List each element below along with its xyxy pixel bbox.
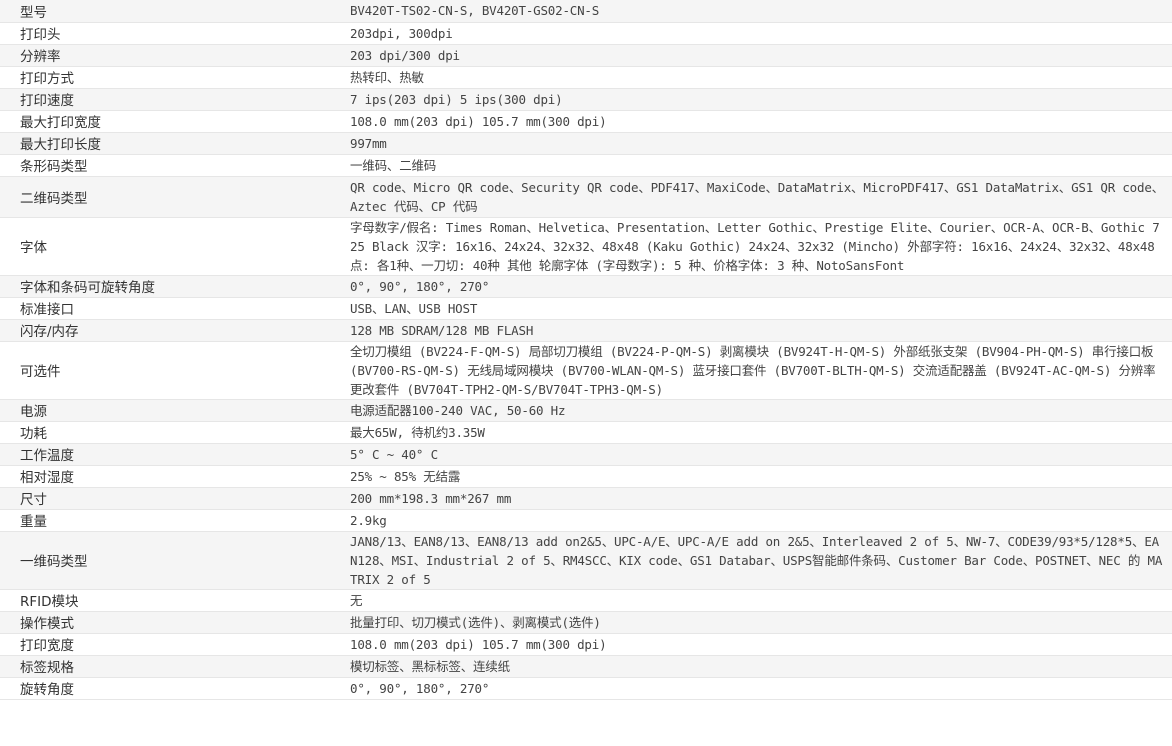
spec-row: 打印速度 7 ips(203 dpi) 5 ips(300 dpi) <box>0 88 1172 110</box>
spec-label: 最大打印长度 <box>20 137 101 153</box>
spec-row: 旋转角度 0°, 90°, 180°, 270° <box>0 677 1172 699</box>
spec-row: 最大打印宽度 108.0 mm(203 dpi) 105.7 mm(300 dpi… <box>0 110 1172 132</box>
spec-row: 字体 字母数字/假名: Times Roman、Helvetica、Present… <box>0 217 1172 275</box>
spec-row: 重量 2.9kg <box>0 509 1172 531</box>
spec-row: 打印宽度 108.0 mm(203 dpi) 105.7 mm(300 dpi) <box>0 633 1172 655</box>
spec-table-body: 型号 BV420T-TS02-CN-S, BV420T-GS02-CN-S 打印头 2… <box>0 0 1172 699</box>
spec-row: 功耗 最大65W, 待机约3.35W <box>0 421 1172 443</box>
spec-label: 条形码类型 <box>20 159 88 175</box>
spec-label: 旋转角度 <box>20 682 74 698</box>
spec-value: 203 dpi/300 dpi <box>350 47 460 63</box>
spec-label: 打印速度 <box>20 93 74 109</box>
spec-row: 分辨率 203 dpi/300 dpi <box>0 44 1172 66</box>
spec-row: 可选件 全切刀模组 (BV224-F-QM-S) 局部切刀模组 (BV224-P-… <box>0 341 1172 399</box>
spec-label: 打印方式 <box>20 71 74 87</box>
spec-row: 电源 电源适配器100-240 VAC, 50-60 Hz <box>0 399 1172 421</box>
spec-value: 128 MB SDRAM/128 MB FLASH <box>350 322 534 338</box>
spec-value: 108.0 mm(203 dpi) 105.7 mm(300 dpi) <box>350 636 607 652</box>
spec-label: 操作模式 <box>20 616 74 632</box>
spec-label: 可选件 <box>20 364 61 380</box>
spec-label: 电源 <box>20 404 47 420</box>
spec-label: 打印宽度 <box>20 638 74 654</box>
spec-label: 闪存/内存 <box>20 324 79 340</box>
spec-label: 字体 <box>20 240 47 256</box>
spec-label: 最大打印宽度 <box>20 115 101 131</box>
spec-value: 热转印、热敏 <box>350 69 424 85</box>
spec-value: USB、LAN、USB HOST <box>350 300 478 316</box>
spec-row: 工作温度 5° C ~ 40° C <box>0 443 1172 465</box>
spec-value: 203dpi, 300dpi <box>350 25 453 41</box>
spec-label: 字体和条码可旋转角度 <box>20 280 155 296</box>
spec-value: 无 <box>350 592 363 608</box>
spec-value: 批量打印、切刀模式(选件)、剥离模式(选件) <box>350 614 601 630</box>
spec-row: 条形码类型 一维码、二维码 <box>0 154 1172 176</box>
spec-row: 二维码类型 QR code、Micro QR code、Security QR c… <box>0 176 1172 217</box>
spec-label: 标准接口 <box>20 302 74 318</box>
spec-row: RFID模块 无 <box>0 589 1172 611</box>
spec-row: 打印方式 热转印、热敏 <box>0 66 1172 88</box>
spec-value: 最大65W, 待机约3.35W <box>350 424 485 440</box>
spec-label: 二维码类型 <box>20 190 88 207</box>
spec-table: 型号 BV420T-TS02-CN-S, BV420T-GS02-CN-S 打印头 2… <box>0 0 1172 700</box>
spec-value: QR code、Micro QR code、Security QR code、P… <box>350 179 1164 214</box>
spec-row: 一维码类型 JAN8/13、EAN8/13、EAN8/13 add on2&5、U… <box>0 531 1172 589</box>
spec-row: 相对湿度 25% ~ 85% 无结露 <box>0 465 1172 487</box>
spec-value: 0°, 90°, 180°, 270° <box>350 278 490 294</box>
spec-label: 相对湿度 <box>20 470 74 486</box>
spec-value: 7 ips(203 dpi) 5 ips(300 dpi) <box>350 91 563 107</box>
spec-row: 字体和条码可旋转角度 0°, 90°, 180°, 270° <box>0 275 1172 297</box>
spec-value: 0°, 90°, 180°, 270° <box>350 680 490 696</box>
spec-row: 闪存/内存 128 MB SDRAM/128 MB FLASH <box>0 319 1172 341</box>
spec-label: 重量 <box>20 514 47 530</box>
spec-label: RFID模块 <box>20 594 79 610</box>
spec-row: 打印头 203dpi, 300dpi <box>0 22 1172 44</box>
spec-value: 全切刀模组 (BV224-F-QM-S) 局部切刀模组 (BV224-P-QM-… <box>350 343 1156 397</box>
spec-row: 最大打印长度 997mm <box>0 132 1172 154</box>
spec-value: 997mm <box>350 135 387 151</box>
spec-row: 标签规格 模切标签、黑标标签、连续纸 <box>0 655 1172 677</box>
spec-value: 2.9kg <box>350 512 387 528</box>
spec-value: 25% ~ 85% 无结露 <box>350 468 461 484</box>
spec-value: 200 mm*198.3 mm*267 mm <box>350 490 512 506</box>
spec-value: 108.0 mm(203 dpi) 105.7 mm(300 dpi) <box>350 113 607 129</box>
spec-value: 模切标签、黑标标签、连续纸 <box>350 658 510 674</box>
spec-value: BV420T-TS02-CN-S, BV420T-GS02-CN-S <box>350 3 600 19</box>
spec-label: 打印头 <box>20 27 61 43</box>
spec-label: 标签规格 <box>20 660 74 676</box>
spec-value: 电源适配器100-240 VAC, 50-60 Hz <box>350 402 566 418</box>
spec-value: 字母数字/假名: Times Roman、Helvetica、Presentat… <box>350 219 1160 273</box>
spec-label: 功耗 <box>20 426 47 442</box>
spec-label: 尺寸 <box>20 492 47 508</box>
spec-label: 型号 <box>20 4 47 21</box>
spec-value: 5° C ~ 40° C <box>350 446 438 462</box>
spec-row: 型号 BV420T-TS02-CN-S, BV420T-GS02-CN-S <box>0 0 1172 22</box>
spec-label: 一维码类型 <box>20 554 88 570</box>
spec-row: 标准接口 USB、LAN、USB HOST <box>0 297 1172 319</box>
spec-value: 一维码、二维码 <box>350 157 437 173</box>
spec-value: JAN8/13、EAN8/13、EAN8/13 add on2&5、UPC-A/… <box>350 533 1163 587</box>
spec-label: 分辨率 <box>20 49 61 65</box>
spec-row: 尺寸 200 mm*198.3 mm*267 mm <box>0 487 1172 509</box>
spec-row: 操作模式 批量打印、切刀模式(选件)、剥离模式(选件) <box>0 611 1172 633</box>
spec-label: 工作温度 <box>20 448 74 464</box>
